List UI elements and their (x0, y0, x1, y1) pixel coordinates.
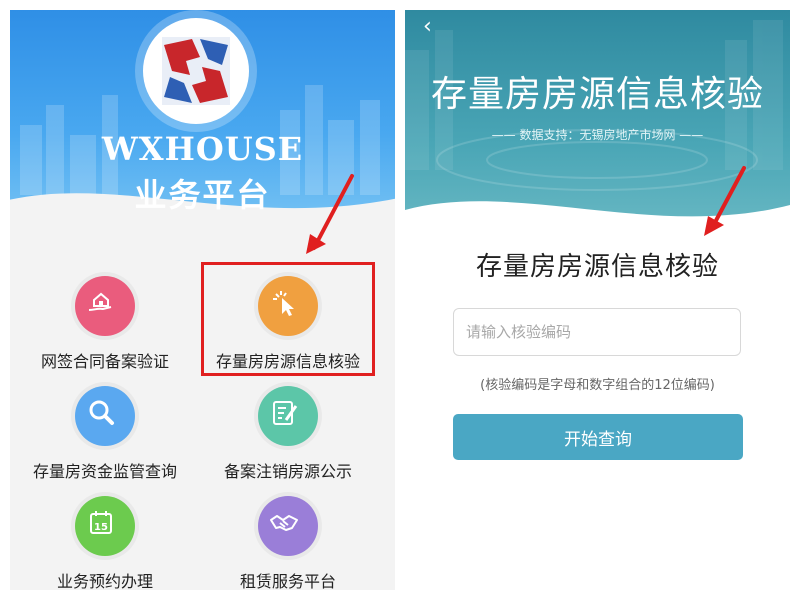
verification-screen: ‹ 存量房房源信息核验 —— 数据支持：无锡房地产市场网 —— 存量房房源信息核… (405, 10, 790, 590)
menu-label: 存量房资金监管查询 (32, 462, 177, 481)
menu-appointment[interactable]: 15 业务预约办理 (10, 492, 200, 590)
annotation-arrow-right (704, 166, 746, 236)
magnifier-icon (89, 400, 114, 425)
code-format-hint: (核验编码是字母和数字组合的12位编码) (480, 378, 715, 393)
menu-label: 业务预约办理 (56, 572, 153, 590)
annotation-arrow-left (306, 174, 354, 254)
logo-icon (162, 37, 230, 105)
verification-code-input[interactable] (453, 308, 741, 356)
house-hand-icon (88, 292, 112, 311)
menu-label: 备案注销房源公示 (223, 462, 352, 481)
calendar-day: 15 (94, 522, 108, 533)
brand-title-en: WXHOUSE (101, 130, 304, 168)
start-query-button[interactable]: 开始查询 (453, 414, 743, 460)
menu-label: 租赁服务平台 (239, 572, 336, 590)
back-button[interactable]: ‹ (423, 14, 432, 39)
calendar-icon: 15 (90, 511, 112, 534)
annotation-highlight-box (201, 262, 375, 376)
handshake-icon (270, 515, 298, 531)
data-support-caption: —— 数据支持：无锡房地产市场网 —— (491, 128, 704, 142)
menu-label: 网签合同备案验证 (40, 352, 169, 371)
menu-fund-supervision[interactable]: 存量房资金监管查询 (10, 382, 200, 482)
menu-cancel-notice[interactable]: 备案注销房源公示 (193, 382, 383, 482)
app-home-screen: WXHOUSE 业务平台 网签合同备案验证 存量房房源信息核验 存量房资金监管查 (10, 10, 395, 590)
verification-title: 存量房房源信息核验 (475, 252, 719, 282)
document-edit-icon (273, 401, 298, 425)
menu-rental-platform[interactable]: 租赁服务平台 (193, 492, 383, 590)
wxhouse-logo (143, 18, 249, 124)
menu-contract-verify[interactable]: 网签合同备案验证 (10, 272, 200, 372)
header-title: 存量房房源信息核验 (430, 74, 764, 115)
